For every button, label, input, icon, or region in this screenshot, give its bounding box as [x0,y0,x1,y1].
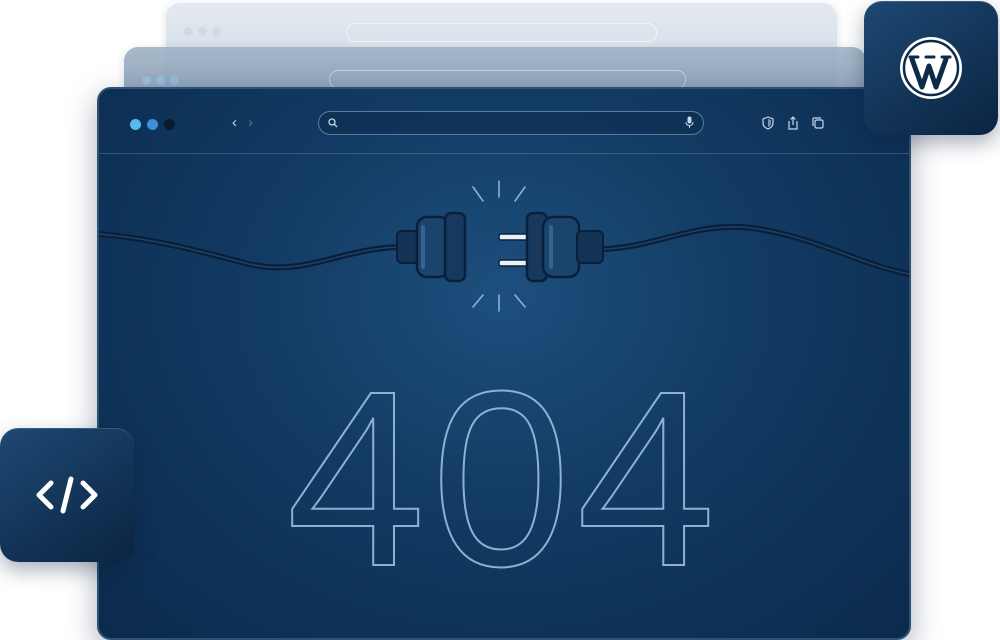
window-dots [142,76,179,85]
cable-right [601,223,909,277]
spark-lines [472,180,526,312]
address-bar-ghost [346,23,657,42]
power-plug [498,211,604,283]
socket-plug [396,211,467,283]
browser-window: ‹ › 404 [97,87,911,640]
error-code-text: 404 [286,339,721,618]
code-icon [36,476,98,514]
wordpress-icon [900,37,962,99]
error-illustration: 404 [99,180,909,619]
window-dots [184,27,221,36]
wordpress-badge [864,1,998,135]
code-badge [0,428,134,562]
